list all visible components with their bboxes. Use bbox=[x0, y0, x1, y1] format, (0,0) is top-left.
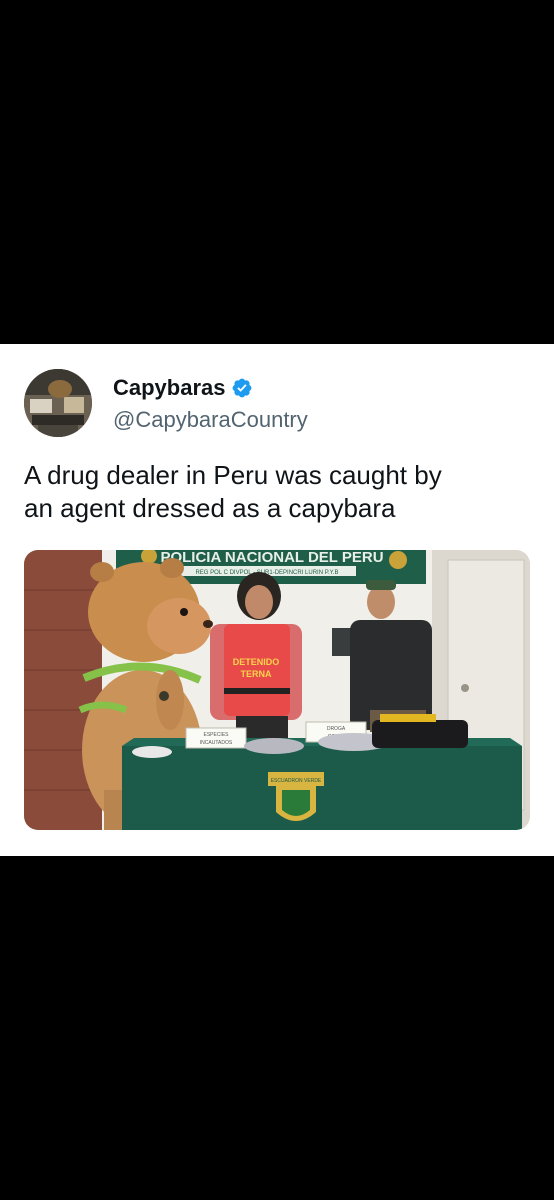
banner-title: POLICIA NACIONAL DEL PERU bbox=[160, 550, 383, 566]
display-name[interactable]: Capybaras bbox=[113, 375, 226, 401]
sign-left-line: INCAUTADOS bbox=[200, 740, 233, 746]
verified-badge-icon bbox=[232, 378, 251, 398]
table bbox=[122, 746, 522, 830]
vest-text: TERNA bbox=[241, 669, 272, 679]
tweet-text: A drug dealer in Peru was caught by an a… bbox=[24, 459, 534, 525]
avatar-image bbox=[24, 369, 92, 437]
name-row: Capybaras bbox=[113, 375, 253, 401]
vest-text: DETENIDO bbox=[233, 657, 280, 667]
profile-avatar[interactable] bbox=[24, 369, 92, 437]
tweet-text-line: an agent dressed as a capybara bbox=[24, 493, 396, 523]
tweet-photo[interactable]: POLICIA NACIONAL DEL PERU REG POL C DIVP… bbox=[24, 550, 530, 830]
sign-right-line: DROGA bbox=[327, 726, 346, 732]
crest-label: ESCUADRON VERDE bbox=[271, 778, 322, 784]
tweet-text-line: A drug dealer in Peru was caught by bbox=[24, 460, 442, 490]
tweet-photo-image: POLICIA NACIONAL DEL PERU REG POL C DIVP… bbox=[24, 550, 530, 830]
tweet-card[interactable]: Capybaras @CapybaraCountry A drug dealer… bbox=[0, 344, 554, 856]
sign-left-line: ESPECIES bbox=[203, 732, 229, 738]
user-handle[interactable]: @CapybaraCountry bbox=[113, 407, 308, 433]
